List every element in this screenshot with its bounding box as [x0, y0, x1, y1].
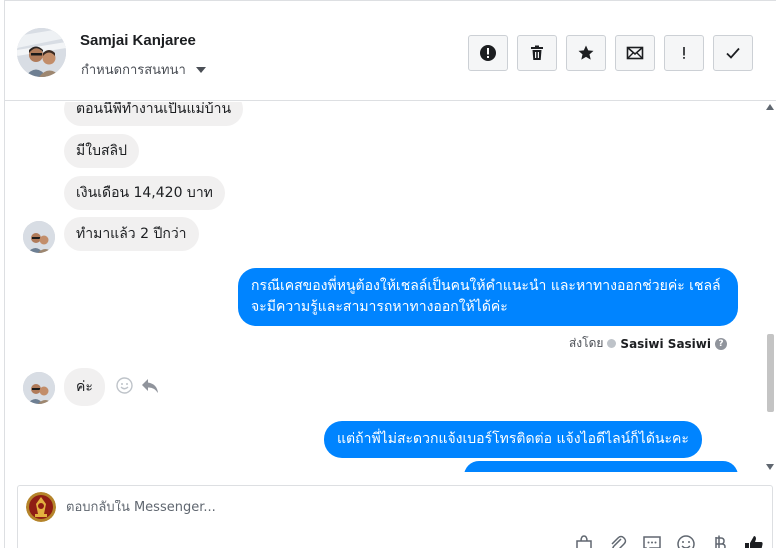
- star-icon: [578, 45, 594, 60]
- scroll-up-arrow-icon[interactable]: [766, 104, 774, 110]
- conversation-settings-label: กำหนดการสนทนา: [81, 63, 186, 78]
- sent-by-info: ส่งโดย Sasiwi Sasiwi ?: [569, 334, 727, 353]
- reply-icon[interactable]: [141, 377, 159, 394]
- saved-reply-icon[interactable]: [642, 534, 662, 548]
- contact-name[interactable]: Samjai Kanjaree: [80, 32, 196, 49]
- help-icon[interactable]: ?: [715, 337, 727, 350]
- exclamation-circle-icon: [480, 45, 496, 61]
- sender-avatar-icon: [607, 339, 617, 348]
- thread-scrollbar[interactable]: [764, 102, 776, 472]
- mark-unread-button[interactable]: [615, 35, 655, 71]
- emoji-react-icon[interactable]: [116, 377, 133, 394]
- baht-payment-icon[interactable]: [710, 534, 730, 548]
- incoming-message: มีใบสลิป: [64, 134, 139, 168]
- outgoing-message-partial: [464, 461, 738, 472]
- page-avatar: [26, 492, 56, 522]
- trash-icon: [531, 45, 543, 60]
- composer-tools: [574, 534, 764, 548]
- star-button[interactable]: [566, 35, 606, 71]
- outgoing-message: กรณีเคสของพี่หนูต้องให้เชลล์เป็นคนให้คำแ…: [238, 268, 738, 326]
- contact-avatar-small: [23, 221, 55, 253]
- envelope-icon: [626, 46, 644, 60]
- inbox-conversation-panel: Samjai Kanjaree กำหนดการสนทนา ตอนนี้พี่ท…: [4, 0, 776, 548]
- checkmark-icon: [726, 47, 740, 59]
- gift-bag-icon[interactable]: [574, 534, 594, 548]
- caret-down-icon: [195, 66, 206, 73]
- scroll-thumb[interactable]: [767, 334, 774, 412]
- mark-done-button[interactable]: [713, 35, 753, 71]
- incoming-message: เงินเดือน 14,420 บาท: [64, 176, 225, 210]
- reply-composer: [17, 485, 773, 548]
- message-thread[interactable]: ตอนนี้พี่ทำงานเป็นแม่บ้าน มีใบสลิป เงินเ…: [5, 102, 765, 472]
- contact-avatar[interactable]: [17, 28, 66, 77]
- exclamation-icon: [683, 47, 685, 59]
- scroll-down-arrow-icon[interactable]: [766, 464, 774, 470]
- incoming-message: ตอนนี้พี่ทำงานเป็นแม่บ้าน: [64, 102, 244, 126]
- incoming-message: ค่ะ: [64, 368, 105, 406]
- outgoing-message: แต่ถ้าพี่ไม่สะดวกแจ้งเบอร์โทรติดต่อ แจ้ง…: [324, 421, 702, 458]
- conversation-actions: [468, 35, 753, 71]
- conversation-header: Samjai Kanjaree กำหนดการสนทนา: [5, 1, 776, 101]
- reply-input[interactable]: [66, 500, 666, 515]
- contact-avatar-small: [23, 372, 55, 404]
- delete-button[interactable]: [517, 35, 557, 71]
- emoji-icon[interactable]: [676, 534, 696, 548]
- message-actions: [116, 377, 159, 394]
- sender-name[interactable]: Sasiwi Sasiwi: [620, 337, 711, 351]
- conversation-settings-dropdown[interactable]: กำหนดการสนทนา: [81, 59, 206, 80]
- sent-by-label: ส่งโดย: [568, 336, 604, 350]
- report-spam-button[interactable]: [468, 35, 508, 71]
- thumbs-up-icon[interactable]: [744, 534, 764, 548]
- incoming-message: ทำมาแล้ว 2 ปีกว่า: [64, 217, 199, 251]
- follow-up-button[interactable]: [664, 35, 704, 71]
- paperclip-icon[interactable]: [608, 534, 628, 548]
